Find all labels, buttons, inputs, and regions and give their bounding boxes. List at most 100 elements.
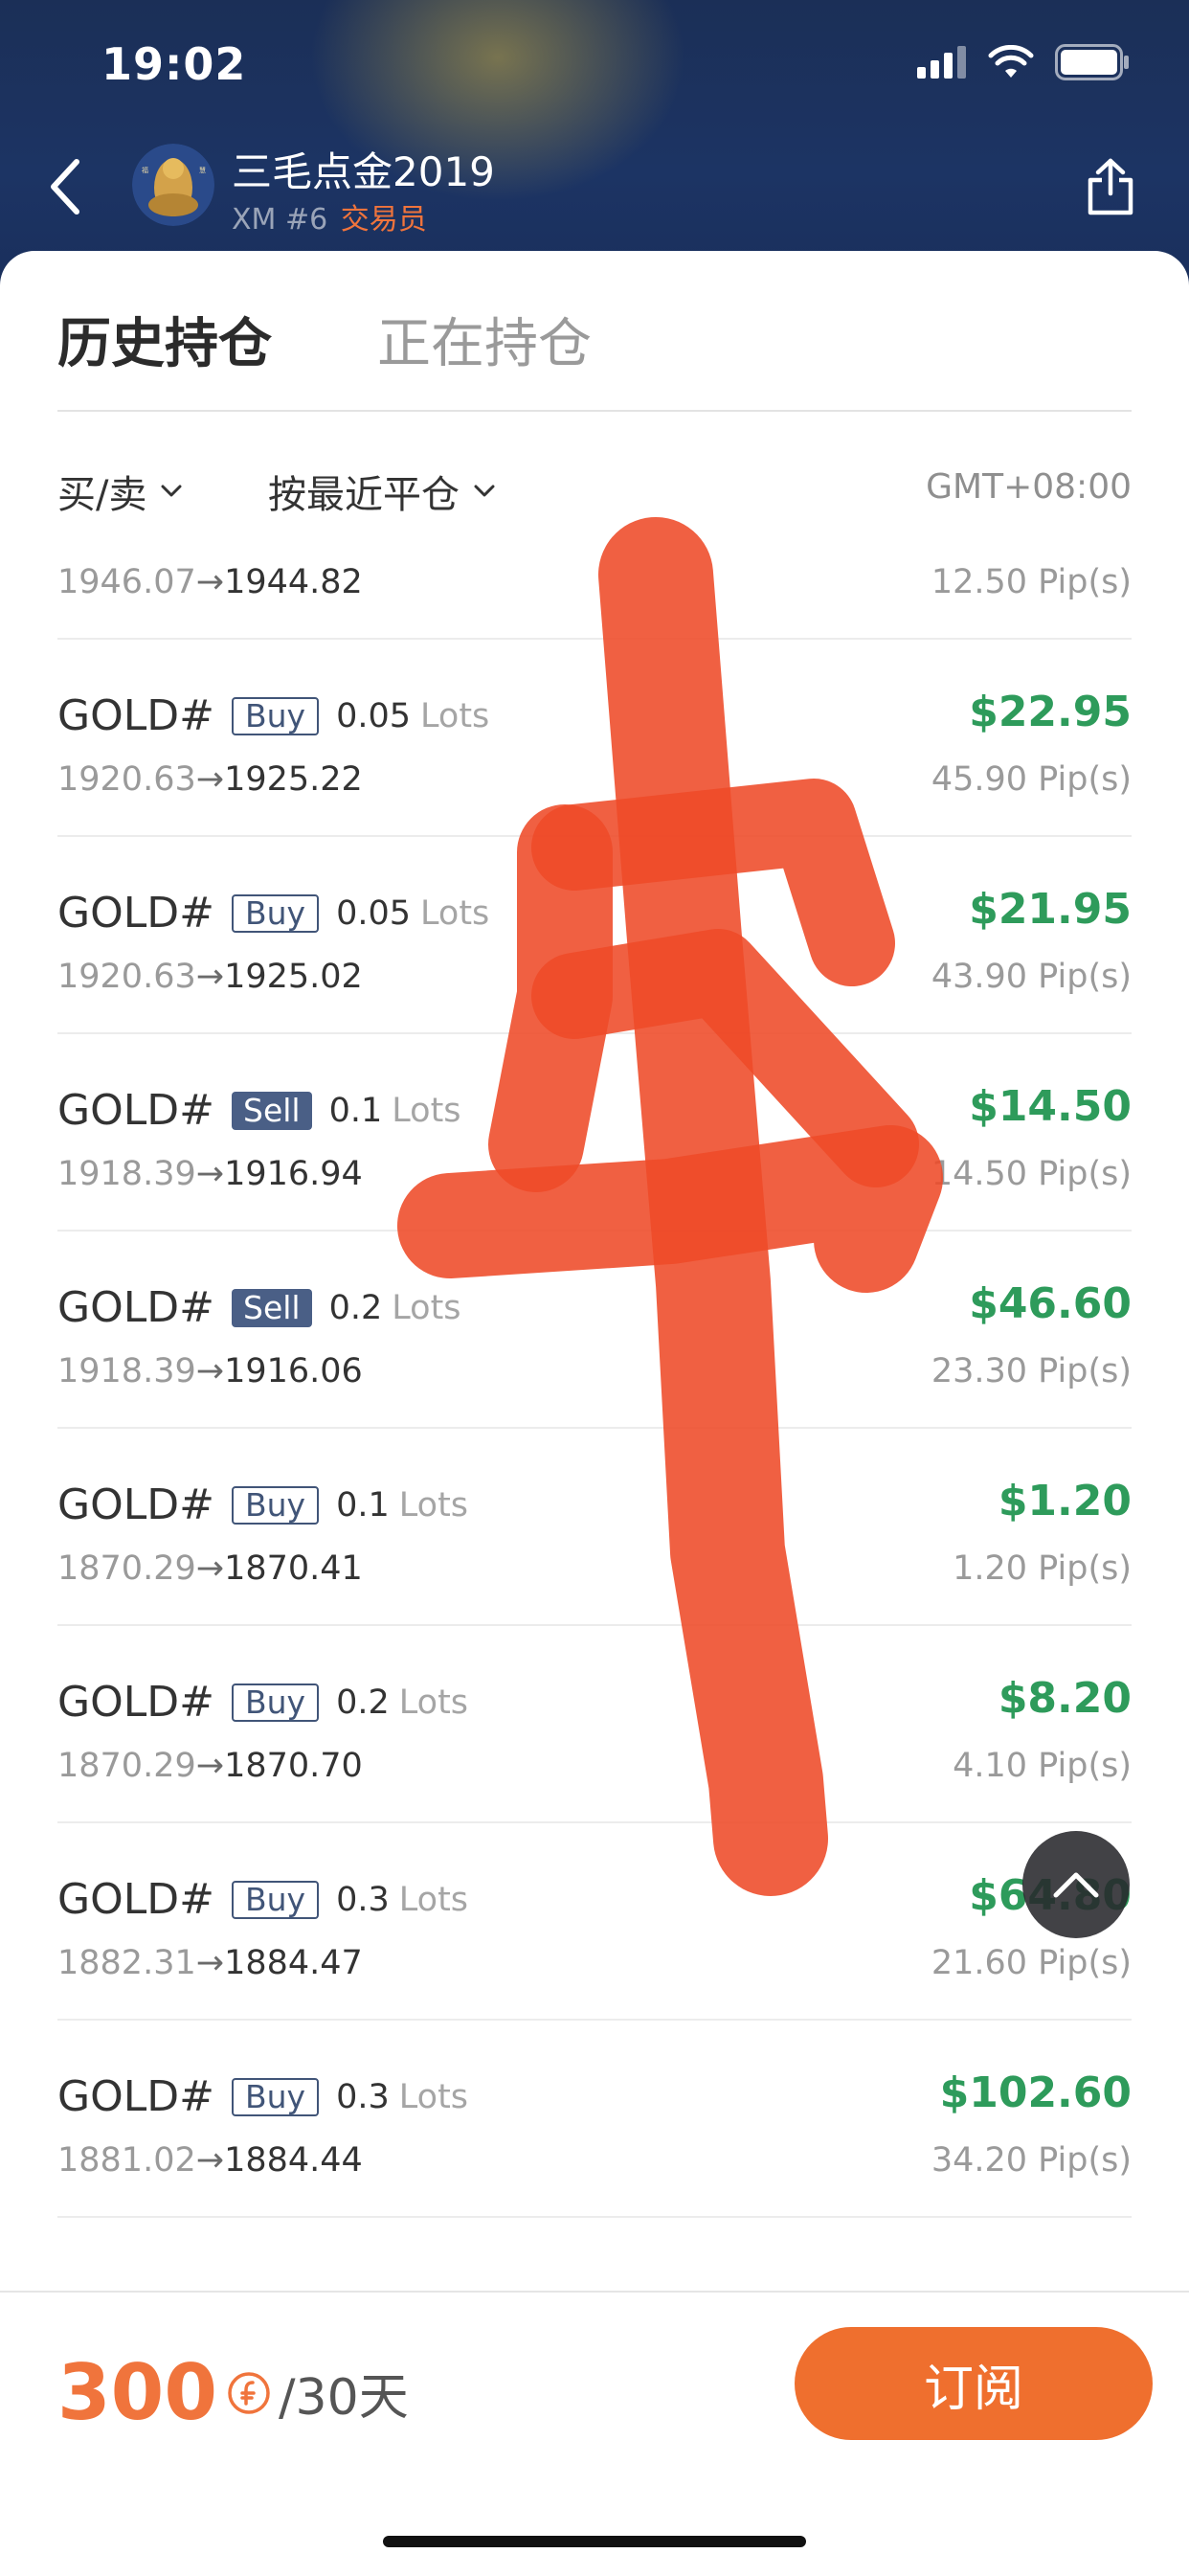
price-arrow: → <box>195 1944 225 1982</box>
trade-row[interactable]: GOLD# Buy 0.3 Lots 1881.02→1884.44 $102.60 34.… <box>57 2021 1132 2218</box>
trade-pips: 23.30 Pip(s) <box>931 1352 1132 1390</box>
trade-profit: $22.95 <box>969 688 1132 736</box>
trade-close-price: 1870.41 <box>224 1549 363 1588</box>
trade-pips: 4.10 Pip(s) <box>953 1747 1132 1785</box>
price-arrow: → <box>195 1549 225 1588</box>
trade-symbol-line: GOLD# Buy 0.2 Lots <box>57 1678 468 1727</box>
back-icon <box>51 159 79 215</box>
price-arrow: → <box>195 1352 225 1390</box>
price-arrow: → <box>195 2141 225 2180</box>
trade-symbol: GOLD# <box>57 1678 214 1727</box>
svg-text:福: 福 <box>142 166 148 174</box>
trade-row[interactable]: GOLD#Buy0.3Lots1882.31→1884.47$64.8021.6… <box>57 1823 1132 2021</box>
trade-side-badge: Buy <box>232 1683 320 1722</box>
trade-side-badge: Buy <box>232 2077 320 2116</box>
trade-lots: 0.05 <box>336 893 412 933</box>
trade-pips: 1.20 Pip(s) <box>953 1549 1132 1588</box>
trade-symbol: GOLD# <box>57 1086 214 1135</box>
trade-pips: 14.50 Pip(s) <box>931 1155 1132 1193</box>
trade-row[interactable]: GOLD# Buy 0.1 Lots 1870.29→1870.41 $1.20 1.20 … <box>57 1429 1132 1626</box>
trade-symbol-line: GOLD# Buy 0.05 Lots <box>57 691 489 740</box>
price-arrow: → <box>195 1747 225 1785</box>
price-period: /30天 <box>279 2369 409 2427</box>
trade-symbol: GOLD# <box>57 1875 214 1924</box>
trade-prices: 1920.63→1925.22 <box>57 760 363 799</box>
trade-symbol: GOLD# <box>57 691 214 740</box>
trade-row[interactable]: GOLD# Sell 0.2 Lots 1918.39→1916.06 $46.60 23.… <box>57 1232 1132 1429</box>
trade-close-price: 1870.70 <box>224 1747 363 1785</box>
trade-prices: 1882.31→1884.47 <box>57 1944 363 1982</box>
trade-open-price: 1881.02 <box>57 2141 196 2180</box>
trade-close-price: 1916.94 <box>224 1155 363 1193</box>
trade-pips: 43.90 Pip(s) <box>931 958 1132 996</box>
trade-open-price: 1870.29 <box>57 1549 196 1588</box>
share-button[interactable] <box>1080 153 1141 220</box>
trade-pips: 12.50 Pip(s) <box>931 567 1132 601</box>
sort-dropdown[interactable]: 按最近平仓 <box>268 463 496 519</box>
avatar[interactable]: 福 慧 <box>132 144 214 226</box>
trade-prices: 1946.07→1944.82 <box>57 567 363 601</box>
trade-lots-unit: Lots <box>420 696 490 735</box>
price-arrow: → <box>195 1155 225 1193</box>
home-indicator[interactable] <box>383 2536 806 2547</box>
tab-history[interactable]: 历史持仓 <box>57 301 272 378</box>
trade-row[interactable]: GOLD#Sell0.05Lots1946.07→1944.82$6.2512.… <box>57 567 1132 640</box>
scroll-to-top-button[interactable] <box>1022 1831 1130 1938</box>
trade-row[interactable]: GOLD# Buy 0.05 Lots 1920.63→1925.22 $22.95 45.… <box>57 640 1132 837</box>
trade-lots: 0.1 <box>328 1091 383 1130</box>
price-amount: 300 <box>57 2348 217 2437</box>
trade-lots-unit: Lots <box>392 1091 461 1130</box>
app-header: 19:02 福 慧 三毛点金2019 XM #6 交易员 <box>0 0 1189 287</box>
trade-row[interactable]: GOLD# Buy 0.05 Lots 1920.63→1925.02 $21.95 43.… <box>57 837 1132 1034</box>
trade-close-price: 1925.02 <box>224 958 363 996</box>
timezone-label: GMT+08:00 <box>926 467 1132 507</box>
trade-lots-unit: Lots <box>398 1683 469 1722</box>
share-icon <box>1088 158 1133 215</box>
content-sheet: 历史持仓 正在持仓 买/卖 按最近平仓 GMT+08:00 GOLD#Sell0… <box>0 251 1189 2574</box>
subscribe-button[interactable]: 订阅 <box>795 2327 1153 2440</box>
trade-lots: 0.2 <box>328 1288 383 1327</box>
trade-prices: 1918.39→1916.94 <box>57 1155 363 1193</box>
trade-pips: 21.60 Pip(s) <box>931 1944 1132 1982</box>
trade-symbol: GOLD# <box>57 2072 214 2121</box>
trade-profit: $46.60 <box>969 1279 1132 1328</box>
trade-symbol-line: GOLD# Sell 0.2 Lots <box>57 1283 461 1332</box>
trade-open-price: 1920.63 <box>57 958 196 996</box>
status-time: 19:02 <box>101 38 247 90</box>
trade-side-badge: Sell <box>232 1091 312 1130</box>
svg-text:慧: 慧 <box>199 166 206 174</box>
price-arrow: → <box>195 958 225 996</box>
trade-lots-unit: Lots <box>392 1288 461 1327</box>
trade-side-badge: Buy <box>232 893 320 933</box>
trade-symbol-line: GOLD# Buy 0.3 Lots <box>57 1875 468 1924</box>
side-filter-dropdown[interactable]: 买/卖 <box>57 463 183 519</box>
trade-symbol-line: GOLD# Buy 0.1 Lots <box>57 1480 468 1529</box>
trade-row[interactable]: GOLD# Buy 0.2 Lots 1870.29→1870.70 $8.20 4.10 … <box>57 1626 1132 1823</box>
chevron-up-icon <box>1053 1872 1099 1898</box>
trade-lots-unit: Lots <box>398 1880 469 1919</box>
trade-pips: 45.90 Pip(s) <box>931 760 1132 799</box>
trade-prices: 1881.02→1884.44 <box>57 2141 363 2180</box>
trade-row[interactable]: GOLD# Sell 0.1 Lots 1918.39→1916.94 $14.50 14.… <box>57 1034 1132 1232</box>
trade-list[interactable]: GOLD#Sell0.05Lots1946.07→1944.82$6.2512.… <box>0 567 1189 2291</box>
trade-symbol-line: GOLD# Buy 0.3 Lots <box>57 2072 468 2121</box>
trade-prices: 1870.29→1870.41 <box>57 1549 363 1588</box>
back-button[interactable] <box>36 153 94 220</box>
trade-open-price: 1946.07 <box>57 567 196 601</box>
trade-lots: 0.3 <box>336 1880 390 1919</box>
trade-side-badge: Buy <box>232 1880 320 1919</box>
trade-lots-unit: Lots <box>398 2077 469 2116</box>
trade-prices: 1870.29→1870.70 <box>57 1747 363 1785</box>
status-icons <box>917 44 1132 80</box>
wifi-icon <box>988 45 1034 78</box>
battery-icon <box>1055 44 1129 80</box>
trade-open-price: 1918.39 <box>57 1155 196 1193</box>
trade-profit: $1.20 <box>998 1477 1132 1525</box>
trade-open-price: 1920.63 <box>57 760 196 799</box>
trader-name: 三毛点金2019 <box>232 148 495 195</box>
trade-open-price: 1870.29 <box>57 1747 196 1785</box>
trade-profit: $102.60 <box>939 2068 1132 2117</box>
trade-pips: 34.20 Pip(s) <box>931 2141 1132 2180</box>
sort-label: 按最近平仓 <box>268 473 460 517</box>
tab-open[interactable]: 正在持仓 <box>377 301 592 378</box>
